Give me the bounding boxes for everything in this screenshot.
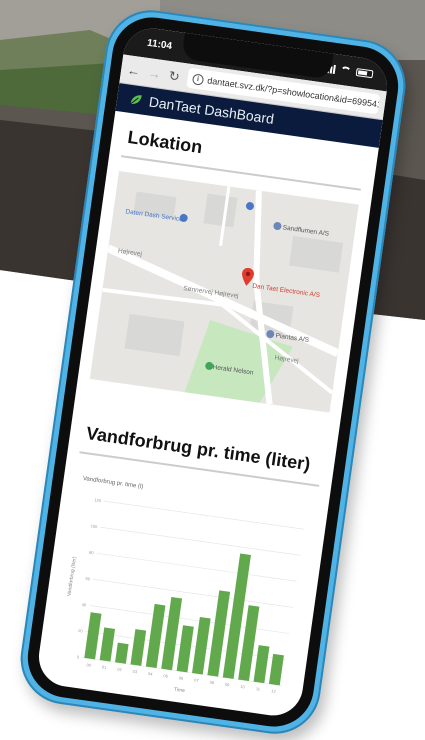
x-tick-label: 09 xyxy=(225,682,231,688)
reload-icon[interactable]: ↻ xyxy=(168,68,181,84)
bar-chart: Vandforbrug pr. time (l)0204060801001200… xyxy=(66,476,305,694)
x-tick-label: 12 xyxy=(271,688,277,694)
grid-line xyxy=(92,579,294,608)
chart-bar xyxy=(115,642,129,664)
y-tick-label: 0 xyxy=(76,654,80,659)
x-tick-label: 10 xyxy=(240,684,246,690)
info-icon[interactable]: i xyxy=(191,72,205,86)
status-time: 11:04 xyxy=(146,37,173,52)
chart-bar xyxy=(268,653,284,686)
x-axis-label: Time xyxy=(174,687,186,694)
y-tick-label: 80 xyxy=(89,550,95,556)
x-tick-label: 11 xyxy=(256,686,262,692)
map-poi-marker-icon[interactable] xyxy=(265,329,275,339)
x-tick-label: 00 xyxy=(86,662,92,668)
x-tick-label: 05 xyxy=(163,673,169,679)
map-poi-marker-icon[interactable] xyxy=(272,221,282,231)
y-tick-label: 100 xyxy=(90,523,98,529)
chart-bar xyxy=(84,612,102,660)
y-tick-label: 20 xyxy=(78,628,84,634)
x-tick-label: 02 xyxy=(117,667,123,673)
chart-bar xyxy=(99,627,116,662)
chart-title: Vandforbrug pr. time (l) xyxy=(82,476,143,490)
x-tick-label: 06 xyxy=(179,675,185,681)
leaf-logo-icon xyxy=(130,95,142,105)
x-tick-label: 03 xyxy=(132,669,138,675)
grid-line xyxy=(100,526,301,556)
map-poi-marker-icon[interactable] xyxy=(179,213,189,223)
x-tick-label: 01 xyxy=(102,664,108,670)
y-tick-label: 40 xyxy=(82,602,88,608)
y-axis-label: Vandforbrug (liter) xyxy=(66,556,78,597)
x-tick-label: 08 xyxy=(209,680,215,686)
x-tick-label: 07 xyxy=(194,677,200,683)
grid-line xyxy=(103,500,305,530)
chart-bar xyxy=(176,625,194,673)
back-icon[interactable]: ← xyxy=(126,62,141,79)
wifi-icon xyxy=(339,65,352,76)
chart-bar xyxy=(130,629,147,666)
y-tick-label: 120 xyxy=(94,497,102,503)
grid-line xyxy=(96,552,297,582)
location-map[interactable]: Dateri Dash Service Sandflumen A/S Dan T… xyxy=(89,170,359,413)
chart-bar xyxy=(253,645,270,684)
map-poi-marker-icon[interactable] xyxy=(245,201,255,211)
consumption-chart: Vandforbrug pr. time (l) 0 20 40 60 80 100 120 0… xyxy=(47,467,317,719)
x-tick-label: 04 xyxy=(148,671,154,677)
y-tick-label: 60 xyxy=(85,576,91,582)
chart-bar xyxy=(192,616,211,675)
battery-icon xyxy=(355,68,374,79)
location-pin-icon[interactable] xyxy=(240,267,254,286)
forward-icon[interactable]: → xyxy=(147,65,162,82)
map-poi-marker-icon[interactable] xyxy=(204,361,214,371)
